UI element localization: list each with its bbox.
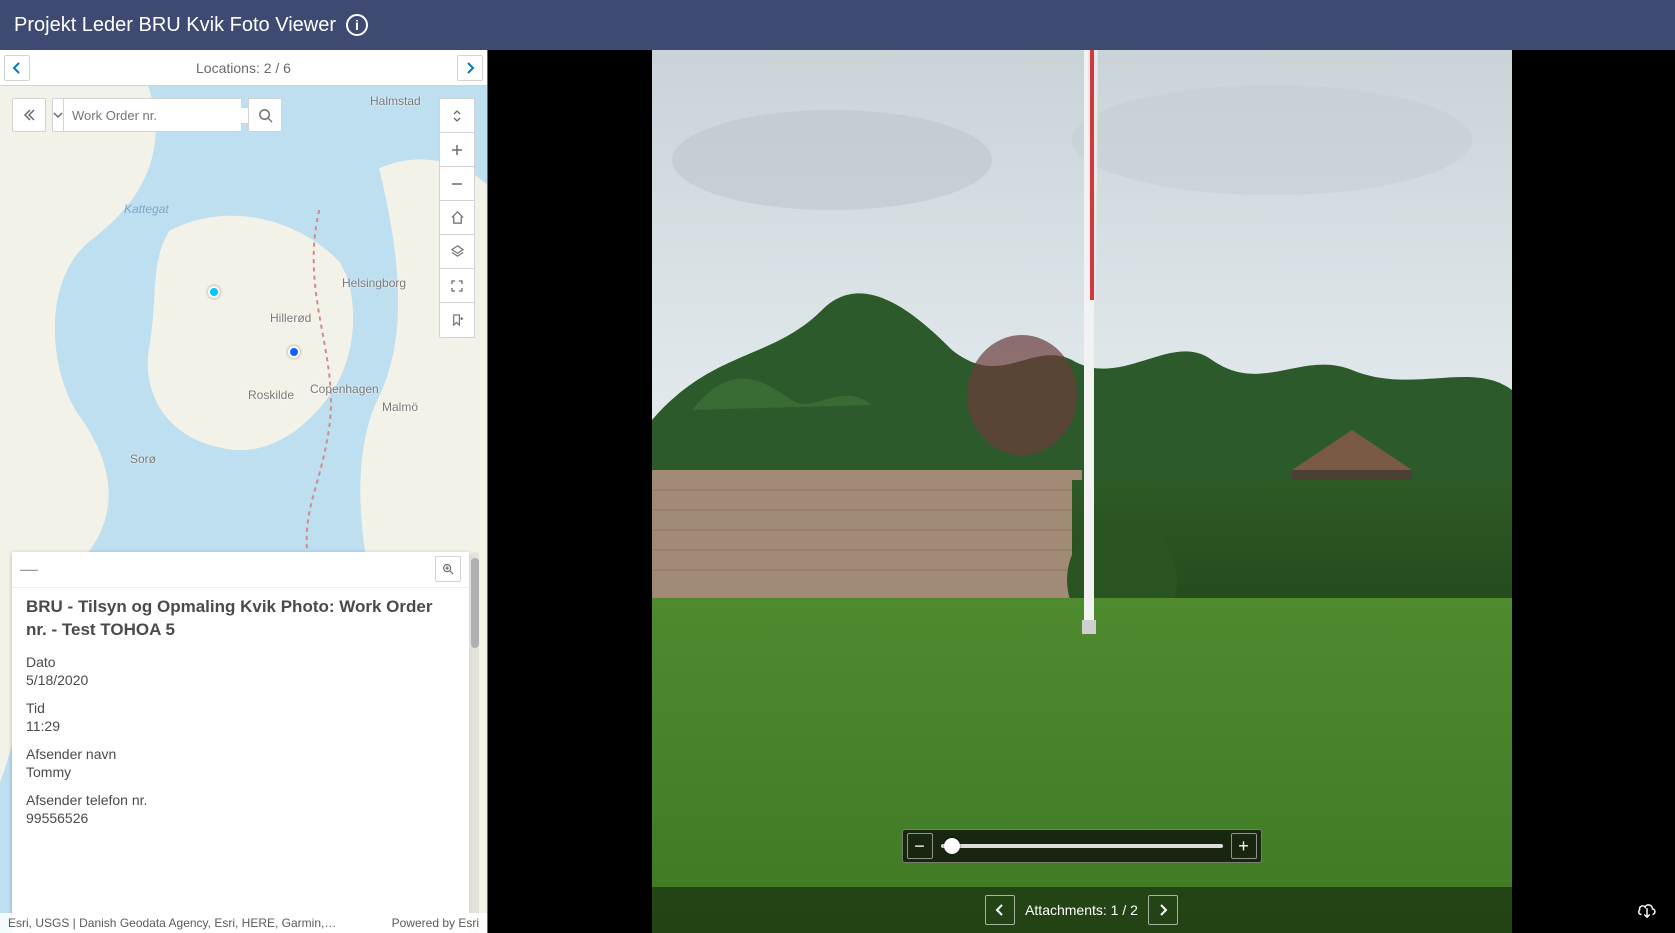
attachment-prev-button[interactable] bbox=[985, 895, 1015, 925]
attachment-label: Attachments: 1 / 2 bbox=[1025, 902, 1138, 918]
locations-next-button[interactable] bbox=[457, 55, 483, 81]
city-label: Roskilde bbox=[248, 388, 294, 402]
attribution-powered-by: Powered by Esri bbox=[392, 916, 479, 930]
expand-updown-icon[interactable] bbox=[440, 99, 474, 133]
zoom-out-button[interactable] bbox=[440, 167, 474, 201]
layers-button[interactable] bbox=[440, 235, 474, 269]
popup-field-label: Dato bbox=[26, 654, 455, 670]
app-title: Projekt Leder BRU Kvik Foto Viewer bbox=[14, 14, 336, 37]
zoom-in-button[interactable] bbox=[440, 133, 474, 167]
locations-bar: Locations: 2 / 6 bbox=[0, 50, 487, 86]
photo[interactable] bbox=[652, 50, 1512, 933]
city-label: Sorø bbox=[130, 452, 156, 466]
city-label: Malmö bbox=[382, 400, 418, 414]
selected-marker[interactable] bbox=[208, 286, 220, 298]
locations-prev-button[interactable] bbox=[4, 55, 30, 81]
map-tools bbox=[439, 98, 475, 338]
search-button[interactable] bbox=[248, 98, 282, 132]
home-extent-button[interactable] bbox=[440, 201, 474, 235]
sea-label: Kattegat bbox=[124, 202, 169, 216]
popup-zoom-to-button[interactable] bbox=[435, 556, 461, 582]
left-panel: Locations: 2 / 6 Kattegat bbox=[0, 50, 488, 933]
popup-field-value: 99556526 bbox=[26, 810, 455, 826]
fullscreen-button[interactable] bbox=[440, 269, 474, 303]
popup-field-value: Tommy bbox=[26, 764, 455, 780]
photo-viewer: − + Attachments: 1 / 2 bbox=[488, 50, 1675, 933]
photo-zoom-bar: − + bbox=[902, 829, 1262, 863]
city-label: Hillerød bbox=[270, 311, 311, 325]
popup-field-label: Tid bbox=[26, 700, 455, 716]
map[interactable]: Kattegat Halmstad Helsingborg Hillerød Cope… bbox=[0, 86, 487, 933]
zoom-slider-handle[interactable] bbox=[944, 838, 960, 854]
popup-field-value: 5/18/2020 bbox=[26, 672, 455, 688]
city-label: Copenhagen bbox=[310, 382, 379, 396]
popup-field-label: Afsender navn bbox=[26, 746, 455, 762]
map-attribution: Esri, USGS | Danish Geodata Agency, Esri… bbox=[0, 913, 487, 933]
city-label: Halmstad bbox=[370, 94, 421, 108]
feature-popup: — BRU - Tilsyn og Opmaling Kvik Photo: W… bbox=[12, 552, 469, 933]
city-label: Helsingborg bbox=[342, 276, 406, 290]
popup-field-label: Afsender telefon nr. bbox=[26, 792, 455, 808]
main-split: Locations: 2 / 6 Kattegat bbox=[0, 50, 1675, 933]
app-header: Projekt Leder BRU Kvik Foto Viewer i bbox=[0, 0, 1675, 50]
popup-field-value: 11:29 bbox=[26, 718, 455, 734]
search-input[interactable] bbox=[64, 108, 256, 123]
bookmark-button[interactable] bbox=[440, 303, 474, 337]
attachment-bar: Attachments: 1 / 2 bbox=[488, 887, 1675, 933]
search-filter-dropdown[interactable] bbox=[53, 99, 64, 131]
popup-header: — bbox=[12, 552, 469, 588]
feature-marker[interactable] bbox=[288, 346, 300, 358]
attribution-text: Esri, USGS | Danish Geodata Agency, Esri… bbox=[8, 916, 338, 930]
photo-zoom-slider[interactable] bbox=[941, 844, 1223, 848]
popup-minimize-button[interactable]: — bbox=[20, 559, 38, 580]
search-field[interactable] bbox=[52, 98, 242, 132]
download-button[interactable] bbox=[1633, 895, 1661, 923]
popup-body: BRU - Tilsyn og Opmaling Kvik Photo: Wor… bbox=[12, 588, 469, 933]
info-icon[interactable]: i bbox=[346, 14, 368, 36]
collapse-search-button[interactable] bbox=[12, 98, 46, 132]
search-row bbox=[12, 98, 282, 132]
popup-scrollbar[interactable] bbox=[471, 552, 479, 933]
locations-label: Locations: 2 / 6 bbox=[30, 60, 457, 76]
photo-zoom-in-button[interactable]: + bbox=[1231, 833, 1257, 859]
popup-title: BRU - Tilsyn og Opmaling Kvik Photo: Wor… bbox=[26, 596, 455, 642]
attachment-next-button[interactable] bbox=[1148, 895, 1178, 925]
photo-zoom-out-button[interactable]: − bbox=[907, 833, 933, 859]
